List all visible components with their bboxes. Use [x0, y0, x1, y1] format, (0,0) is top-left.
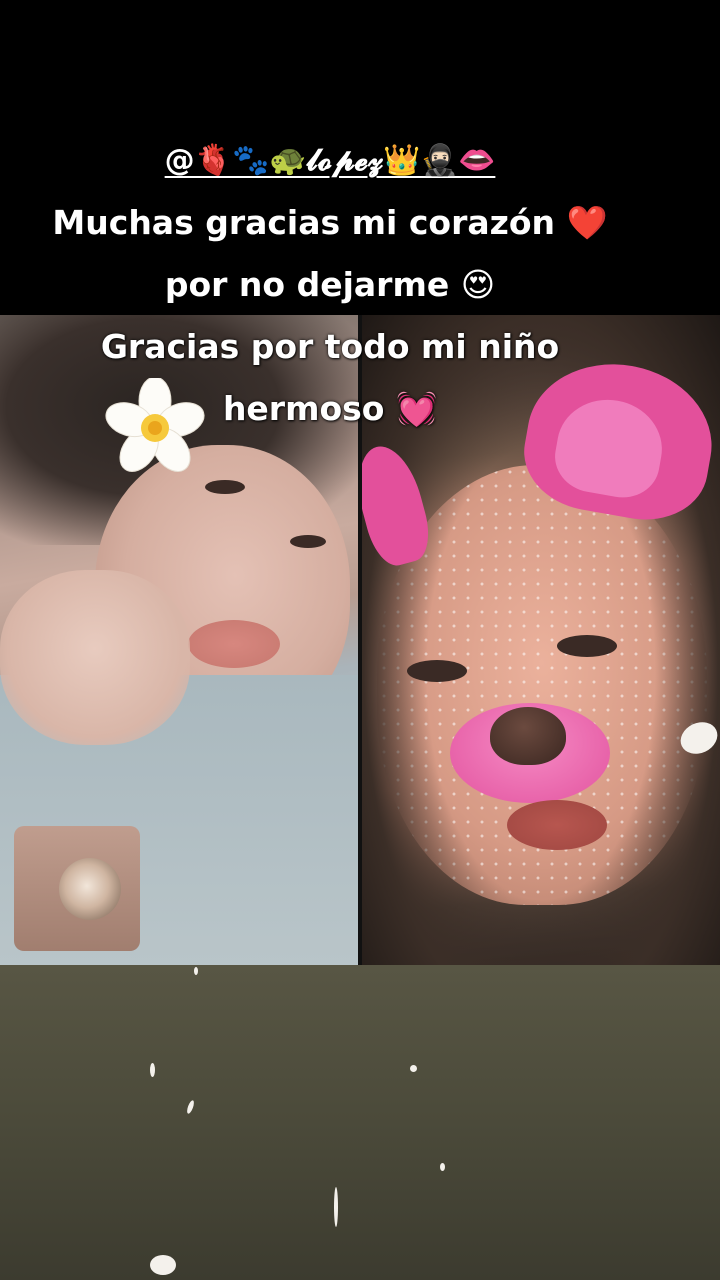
left-person-lips — [188, 620, 280, 668]
caption-line-4: hermoso 💓 — [222, 389, 438, 428]
petal — [334, 1187, 338, 1227]
petal — [194, 967, 198, 975]
petal — [150, 1255, 176, 1275]
caption-overlay: @🫀🐾🐢𝓵𝓸𝓹𝓮𝔃👑🥷🏻👄 Muchas gracias mi corazón … — [0, 130, 660, 440]
right-panel-left-eye — [407, 660, 467, 682]
caption-line-3: Gracias por todo mi niño — [100, 327, 560, 366]
right-eye — [290, 535, 326, 548]
dog-nose — [490, 707, 566, 765]
right-person-mouth — [507, 800, 607, 850]
petal — [410, 1065, 417, 1072]
video-screen: @🫀🐾🐢𝓵𝓸𝓹𝓮𝔃👑🥷🏻👄 Muchas gracias mi corazón … — [0, 0, 720, 1280]
mention-tag[interactable]: @🫀🐾🐢𝓵𝓸𝓹𝓮𝔃👑🥷🏻👄 — [0, 130, 660, 192]
right-panel-right-eye — [557, 635, 617, 657]
self-view-thumbnail[interactable] — [14, 826, 140, 951]
left-eye — [205, 480, 245, 494]
caption-line-1: Muchas gracias mi corazón ❤️ — [52, 203, 608, 242]
left-person-hand — [0, 570, 190, 745]
petal — [440, 1163, 445, 1171]
caption-line-2: por no dejarme 😍 — [164, 265, 496, 304]
petal — [185, 1099, 196, 1115]
petal — [150, 1063, 155, 1077]
self-view-avatar — [59, 858, 121, 920]
bottom-background — [0, 965, 720, 1280]
